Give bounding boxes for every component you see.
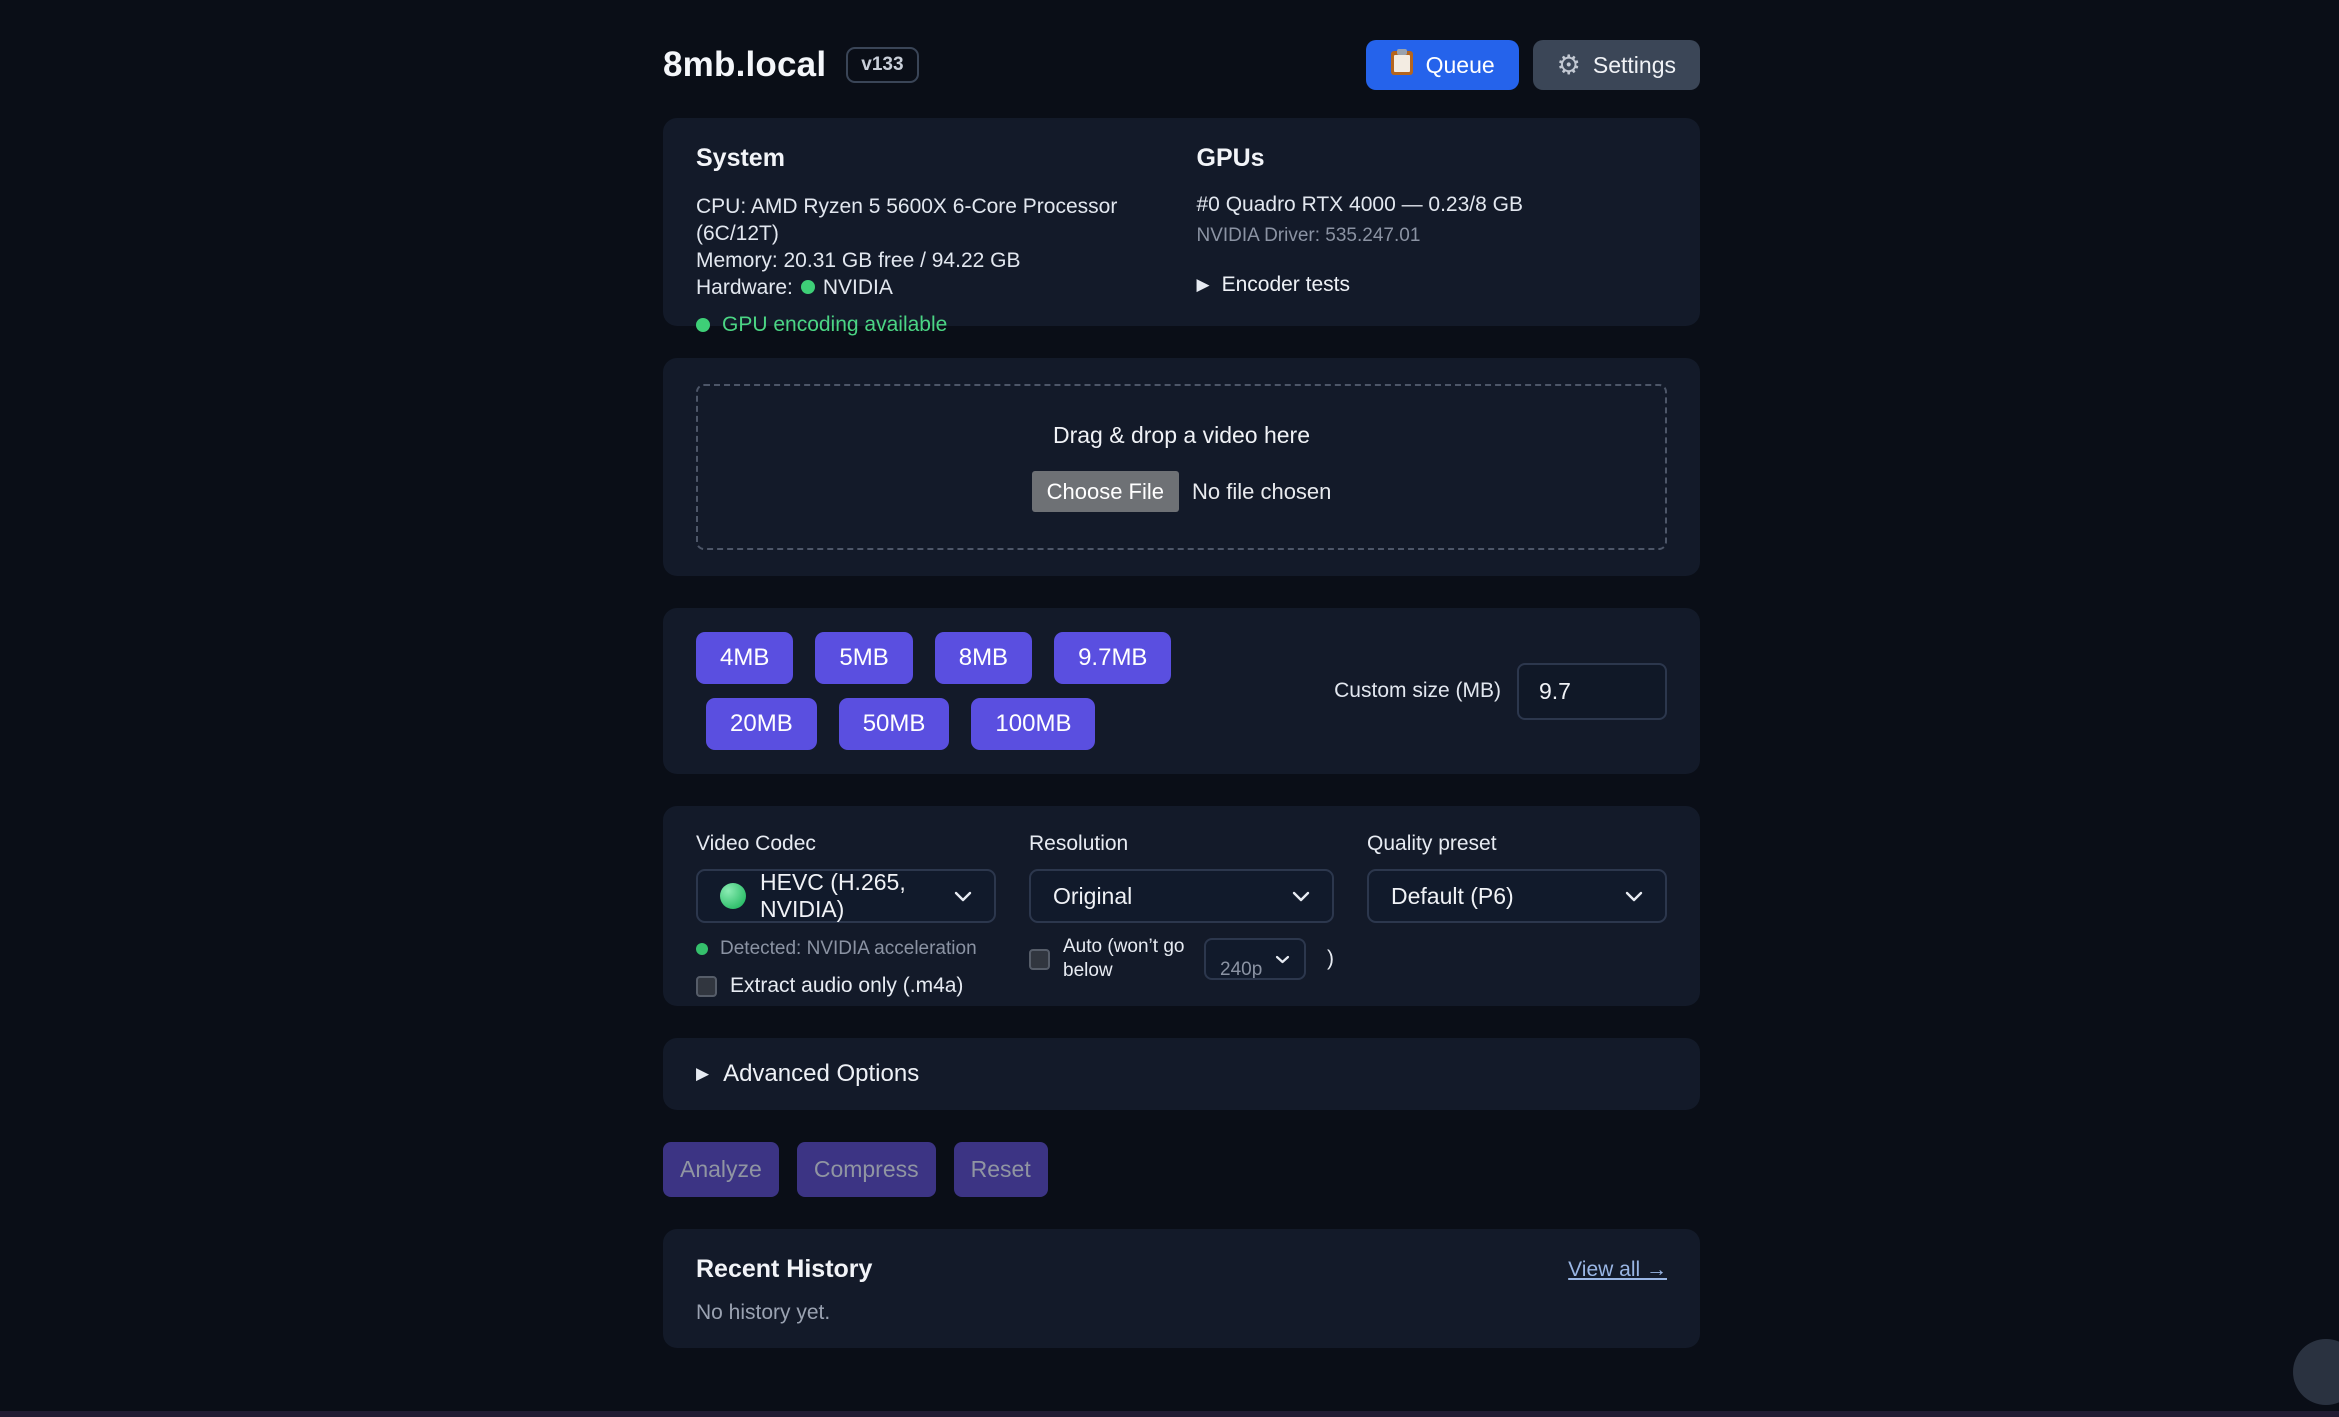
dropzone-prompt: Drag & drop a video here (1053, 422, 1310, 449)
resolution-select[interactable]: Original (1029, 869, 1334, 923)
dropzone[interactable]: Drag & drop a video here Choose File No … (696, 384, 1667, 550)
choose-file-button[interactable]: Choose File (1032, 471, 1179, 512)
extract-audio-row: Extract audio only (.m4a) (696, 974, 996, 998)
chevron-down-icon (1292, 891, 1310, 902)
history-heading: Recent History (696, 1255, 872, 1284)
settings-button[interactable]: ⚙ Settings (1533, 40, 1700, 90)
preset-button-5mb[interactable]: 5MB (815, 632, 912, 684)
preset-button-4mb[interactable]: 4MB (696, 632, 793, 684)
preset-button-20mb[interactable]: 20MB (706, 698, 817, 750)
custom-size-label: Custom size (MB) (1334, 679, 1501, 703)
system-panel: System CPU: AMD Ryzen 5 5600X 6-Core Pro… (696, 144, 1167, 337)
encoder-tests-toggle[interactable]: ▶ Encoder tests (1197, 273, 1668, 297)
bottom-edge-strip (0, 1411, 2339, 1417)
upload-card: Drag & drop a video here Choose File No … (663, 358, 1700, 576)
chevron-down-icon (954, 891, 972, 902)
version-badge: v133 (846, 47, 918, 83)
header-buttons: Queue ⚙ Settings (1366, 40, 1700, 90)
gear-icon: ⚙ (1557, 52, 1581, 79)
size-presets-card: 4MB 5MB 8MB 9.7MB 20MB 50MB 100MB Custom… (663, 608, 1700, 774)
green-status-dot (696, 318, 710, 332)
codec-detected-status: Detected: NVIDIA acceleration (696, 938, 996, 960)
extract-audio-label: Extract audio only (.m4a) (730, 974, 963, 998)
system-gpus-card: System CPU: AMD Ryzen 5 5600X 6-Core Pro… (663, 118, 1700, 326)
auto-floor-suffix: ) (1327, 947, 1334, 971)
chevron-down-icon (1275, 955, 1290, 964)
settings-button-label: Settings (1593, 52, 1676, 79)
quality-preset-label: Quality preset (1367, 832, 1667, 856)
disclosure-triangle-icon: ▶ (696, 1064, 709, 1084)
custom-size-input[interactable] (1517, 663, 1667, 720)
cpu-info: CPU: AMD Ryzen 5 5600X 6-Core Processor … (696, 193, 1167, 247)
quality-selected-value: Default (P6) (1391, 883, 1514, 910)
main-content: 8mb.local v133 Queue ⚙ Settings (663, 0, 1700, 1348)
green-status-dot (801, 280, 815, 294)
title-group: 8mb.local v133 (663, 45, 919, 85)
resolution-column: Resolution Original Auto (won’t go below… (1029, 832, 1334, 998)
quality-preset-select[interactable]: Default (P6) (1367, 869, 1667, 923)
auto-floor-value: 240p (1220, 938, 1262, 980)
codec-selected-value: HEVC (H.265, NVIDIA) (760, 869, 954, 923)
system-heading: System (696, 144, 1167, 173)
analyze-button[interactable]: Analyze (663, 1142, 779, 1197)
auto-floor-checkbox[interactable] (1029, 949, 1050, 970)
auto-floor-label: Auto (won’t go below (1063, 935, 1191, 983)
encoding-options-card: Video Codec HEVC (H.265, NVIDIA) Detecte… (663, 806, 1700, 1006)
preset-row-1: 4MB 5MB 8MB 9.7MB (696, 632, 1171, 684)
file-input-row: Choose File No file chosen (1032, 471, 1332, 512)
preset-buttons: 4MB 5MB 8MB 9.7MB 20MB 50MB 100MB (696, 632, 1171, 750)
reset-button[interactable]: Reset (954, 1142, 1048, 1197)
disclosure-triangle-icon: ▶ (1197, 275, 1210, 295)
auto-floor-row: Auto (won’t go below 240p ) (1029, 935, 1334, 983)
header: 8mb.local v133 Queue ⚙ Settings (663, 0, 1700, 90)
resolution-selected-value: Original (1053, 883, 1132, 910)
queue-button-label: Queue (1426, 52, 1495, 79)
auto-floor-select[interactable]: 240p (1204, 938, 1306, 980)
gpus-panel: GPUs #0 Quadro RTX 4000 — 0.23/8 GB NVID… (1197, 144, 1668, 337)
compress-button[interactable]: Compress (797, 1142, 936, 1197)
hardware-info: Hardware:NVIDIA (696, 274, 1167, 301)
memory-info: Memory: 20.31 GB free / 94.22 GB (696, 247, 1167, 274)
gpus-heading: GPUs (1197, 144, 1668, 173)
clipboard-icon (1390, 48, 1414, 82)
file-chosen-status: No file chosen (1192, 479, 1331, 505)
quality-column: Quality preset Default (P6) (1367, 832, 1667, 998)
history-empty-text: No history yet. (696, 1301, 1667, 1325)
codec-label: Video Codec (696, 832, 996, 856)
extract-audio-checkbox[interactable] (696, 976, 717, 997)
action-buttons: Analyze Compress Reset (663, 1142, 1700, 1197)
codec-select[interactable]: HEVC (H.265, NVIDIA) (696, 869, 996, 923)
floating-corner-button[interactable] (2293, 1339, 2339, 1405)
preset-button-100mb[interactable]: 100MB (971, 698, 1095, 750)
custom-size-group: Custom size (MB) (1334, 663, 1667, 720)
queue-button[interactable]: Queue (1366, 40, 1519, 90)
green-dot-icon (696, 943, 708, 955)
recent-history-card: Recent History View all → No history yet… (663, 1229, 1700, 1348)
driver-info: NVIDIA Driver: 535.247.01 (1197, 225, 1668, 247)
chevron-down-icon (1625, 891, 1643, 902)
advanced-options-toggle[interactable]: ▶ Advanced Options (663, 1038, 1700, 1110)
gpu-info: #0 Quadro RTX 4000 — 0.23/8 GB (1197, 193, 1668, 217)
page-title: 8mb.local (663, 45, 826, 85)
codec-column: Video Codec HEVC (H.265, NVIDIA) Detecte… (696, 832, 996, 998)
preset-button-50mb[interactable]: 50MB (839, 698, 950, 750)
preset-button-9-7mb[interactable]: 9.7MB (1054, 632, 1171, 684)
gpu-encoding-status: GPU encoding available (696, 313, 1167, 337)
preset-row-2: 20MB 50MB 100MB (706, 698, 1171, 750)
green-circle-icon (720, 883, 746, 909)
view-all-link[interactable]: View all → (1568, 1258, 1667, 1282)
preset-button-8mb[interactable]: 8MB (935, 632, 1032, 684)
resolution-label: Resolution (1029, 832, 1334, 856)
encoder-tests-label: Encoder tests (1222, 273, 1350, 297)
advanced-options-label: Advanced Options (723, 1060, 919, 1088)
